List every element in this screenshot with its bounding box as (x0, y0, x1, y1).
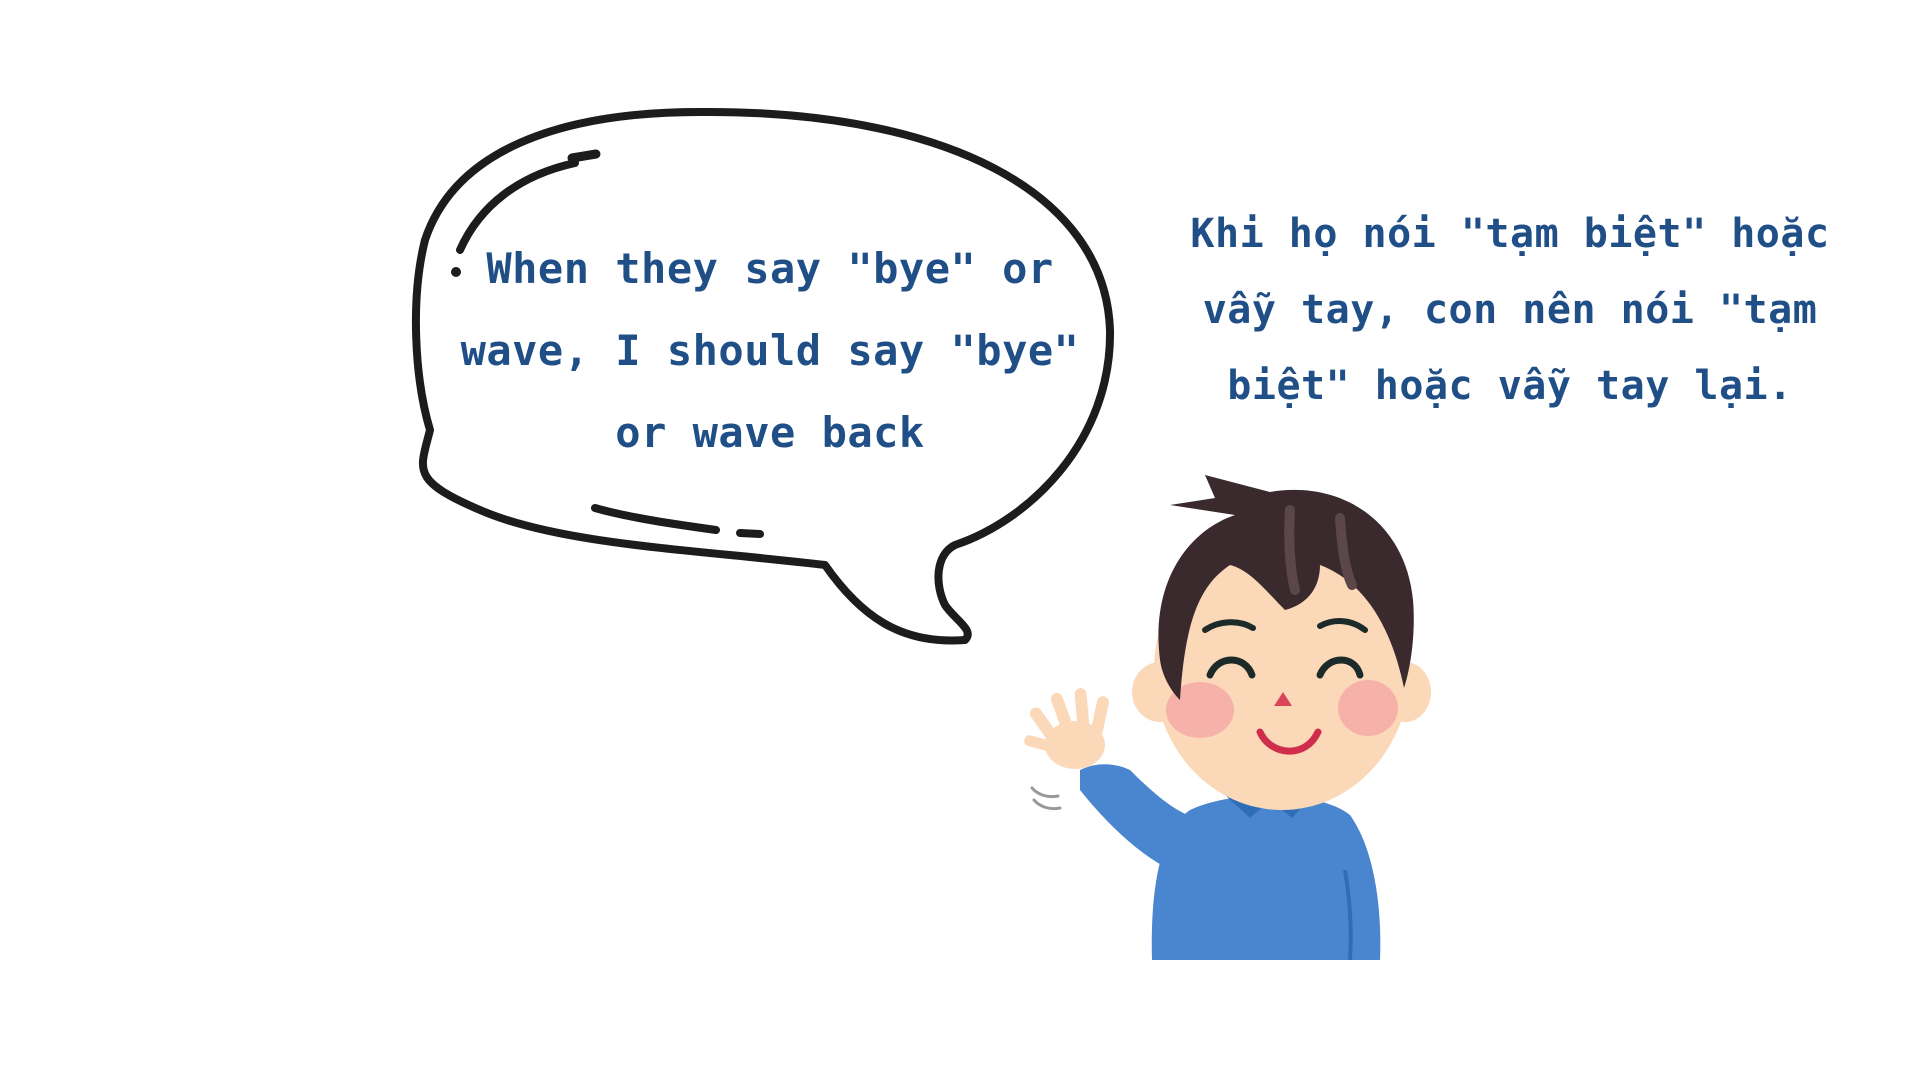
vietnamese-caption: Khi họ nói "tạm biệt" hoặc vẫy tay, con … (1190, 211, 1830, 409)
waving-boy-illustration (1024, 475, 1431, 960)
speech-bubble-highlight-top-dash (567, 149, 601, 163)
speech-bubble (411, 107, 1115, 645)
slide-canvas: When they say "bye" or wave, I should sa… (0, 0, 1920, 1080)
speech-bubble-highlight-bottom-dash (736, 529, 764, 538)
speech-bubble-highlight-bottom (591, 504, 720, 534)
speech-bubble-text: When they say "bye" or wave, I should sa… (460, 244, 1080, 457)
right-cheek (1338, 680, 1398, 736)
waving-hand (1024, 688, 1109, 769)
raised-arm (1080, 764, 1210, 880)
wave-motion-lines (1030, 786, 1062, 811)
